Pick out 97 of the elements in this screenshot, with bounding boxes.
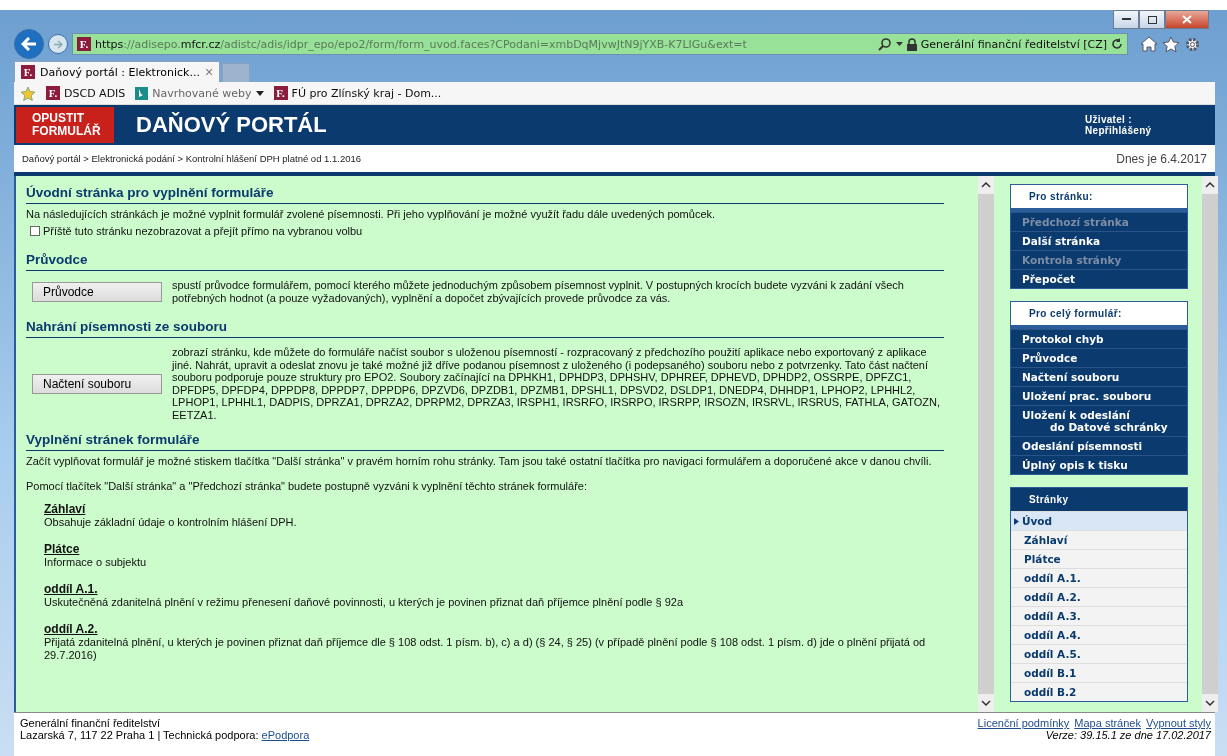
favorite-link[interactable]: Navrhované weby xyxy=(135,86,264,100)
panel-title: Pro stránku: xyxy=(1011,185,1187,212)
bing-icon xyxy=(135,86,149,100)
home-icon[interactable] xyxy=(1140,36,1158,52)
menu-item[interactable]: Úplný opis k tisku xyxy=(1011,455,1187,474)
page-link[interactable]: Záhlaví xyxy=(1011,530,1187,549)
description-text: zobrazí stránku, kde můžete do formuláře načíst soubor s uloženou písemností - rozpracovaný z předchozího použití aplikace nebo exportovaný z aplikace jiné. Nahrát, upravit a odeslat znovu je také možné již dříve podanou písemnost z uloženého (i podepsaného) souboru nebo z potvrzenky. Tato část načtení souboru podporuje pouze struktury pro EPO2. Soubory začínající na DPHKH1, DPHDP3, DPHSHV, DPHREF, DPHEVD, DPHDP2, OSSRPE, DPFZC1, DPFDP5, DPFDP4, DPPDP8, DPPDP7, DPPDP6, DPZVD6, DPZDB1, DPZMB1, DPSHL1, DPSVD2, DSLDP1, DNEDP4, DHHDP1, LPHOP2, LPHHL2, LPHOP1, LPHHL1, DADPIS, DPRZA1, DPRZA2, DPRPM2, DPRZA3, IRSPH1, IRSRFO, IRSRPO, IRSRPP, IRSOZN, IRSRVL, IRSRUS, FATHLA, GATOZN, EETZA1. xyxy=(172,346,941,421)
section-heading: Nahrání písemnosti ze souboru xyxy=(26,316,944,338)
minimize-button[interactable] xyxy=(1113,10,1139,29)
caret-up-icon xyxy=(981,182,991,188)
user-label: Uživatel : xyxy=(1085,114,1133,125)
site-logo: F. xyxy=(21,65,35,79)
action-button[interactable]: Průvodce xyxy=(32,281,162,302)
menu-item[interactable]: Přepočet xyxy=(1011,269,1187,288)
refresh-icon[interactable] xyxy=(1111,38,1123,50)
site-logo: F. xyxy=(46,86,60,100)
footer-link[interactable]: Mapa stránek xyxy=(1074,717,1141,729)
menu-item[interactable]: Uložení prac. souboru xyxy=(1011,386,1187,405)
site-identity: Generální finanční ředitelství [CZ] xyxy=(920,37,1107,51)
lock-icon xyxy=(906,37,917,51)
scroll-down-button[interactable] xyxy=(1202,694,1218,712)
dropdown-icon[interactable] xyxy=(895,42,903,46)
minimize-icon xyxy=(1121,18,1131,21)
favorites-star-icon[interactable] xyxy=(20,85,36,101)
page-link[interactable]: oddíl B.2 xyxy=(1011,682,1187,701)
caret-down-icon xyxy=(981,700,991,706)
page-description: Informace o subjektu xyxy=(44,556,148,569)
scroll-down-button[interactable] xyxy=(978,694,994,712)
checkbox-label: Příště tuto stránku nezobrazovat a přejít přímo na vybranou volbu xyxy=(43,225,363,237)
back-arrow-icon xyxy=(21,37,37,51)
dropdown-icon xyxy=(255,90,264,96)
footer-link[interactable]: Licenční podmínky xyxy=(977,717,1070,729)
browser-tab[interactable]: F. Daňový portál : Elektronick... × xyxy=(14,61,221,82)
page-link[interactable]: oddíl A.2. xyxy=(1011,587,1187,606)
forward-button[interactable] xyxy=(48,34,68,54)
exit-form-button[interactable]: OPUSTIT FORMULÁŘ xyxy=(16,107,114,143)
portal-title: DAŇOVÝ PORTÁL xyxy=(135,111,328,139)
description-text: spustí průvodce formulářem, pomocí kterého můžete jednoduchým způsobem písemnost vyplnit. V postupných krocích budete vyzváni k zadání všech potřebných hodnot (a pouze vyžadovaných), vyplnění a dopočet zbývajících provede průvodce za vás. xyxy=(172,279,905,304)
star-icon[interactable] xyxy=(1162,35,1180,53)
section-heading: Úvodní stránka pro vyplnění formuláře xyxy=(26,182,944,204)
caret-up-icon xyxy=(1205,182,1215,188)
favorite-link[interactable]: F. FÚ pro Zlínský kraj - Dom... xyxy=(273,86,442,100)
page-title: Plátce xyxy=(44,543,81,556)
action-button[interactable]: Načtení souboru xyxy=(32,373,162,394)
menu-item[interactable]: Načtení souboru xyxy=(1011,367,1187,386)
intro-text: Na následujících stránkách je možné vyplnit formulář zvolené písemnosti. Při jeho vyplňování je možné využít řadu dále uvedených pomůcek. xyxy=(26,208,717,221)
menu-item[interactable]: Průvodce xyxy=(1011,348,1187,367)
footer-link[interactable]: Vypnout styly xyxy=(1146,717,1211,729)
page-description: Přijatá zdanitelná plnění, u kterých je povinen přiznat daň příjemce dle § 108 odst. 1 písm. b), c) a d) (§ 24, § 25) (v případě plnění podle § 108 odst. 1 písm. d) jde o plnění přijatá od 29.7.2016) xyxy=(44,636,927,662)
page-description: Uskutečněná zdanitelná plnění v režimu přenesení daňové povinnosti, u kterých je povinen přiznat daň příjemce plnění podle § 92a xyxy=(44,596,684,609)
current-arrow-icon xyxy=(1014,517,1019,525)
close-icon xyxy=(1182,15,1192,24)
page-description: Obsahuje základní údaje o kontrolním hlášení DPH. xyxy=(44,516,298,529)
favorite-link[interactable]: F. DSCD ADIS xyxy=(46,86,126,100)
page-link[interactable]: oddíl B.1 xyxy=(1011,663,1187,682)
address-bar[interactable]: F. https://adisepo.mfcr.cz/adistc/adis/idpr_epo/epo2/form/form_uvod.faces?CPodani=xmbDqMjvwJtN9jYXB-K7LIGu&ext=t Generální finanční ředitelství [CZ] xyxy=(72,33,1128,55)
search-icon[interactable] xyxy=(877,37,892,51)
back-button[interactable] xyxy=(14,29,44,59)
settings-icon[interactable] xyxy=(1184,35,1201,53)
page-link[interactable]: oddíl A.1. xyxy=(1011,568,1187,587)
user-status: Nepřihlášený xyxy=(1085,125,1153,136)
address-text: Lazarská 7, 117 22 Praha 1 | Technická podpora: xyxy=(20,729,259,741)
version-text: Verze: 39.15.1 ze dne 17.02.2017 xyxy=(1045,729,1211,741)
tab-close-button[interactable]: × xyxy=(204,65,214,79)
scrollbar[interactable] xyxy=(978,176,994,712)
forward-arrow-icon xyxy=(53,39,63,49)
maximize-button[interactable] xyxy=(1139,10,1165,29)
close-button[interactable] xyxy=(1165,10,1209,29)
menu-item[interactable]: Další stránka xyxy=(1011,231,1187,250)
panel-title: Pro celý formulář: xyxy=(1011,302,1187,329)
menu-item[interactable]: Uložení k odeslání do Datové schránky xyxy=(1011,405,1187,436)
support-link[interactable]: ePodpora xyxy=(261,729,310,741)
menu-item[interactable]: Odeslání písemnosti xyxy=(1011,436,1187,455)
date-text: Dnes je 6.4.2017 xyxy=(1116,151,1207,166)
page-title: Záhlaví xyxy=(44,503,87,516)
paragraph: Začít vyplňovat formulář je možné stiskem tlačítka "Další stránka" v pravém horním rohu stránky. Tam jsou také ostatní tlačítka pro navigaci formulářem a doporučené akce v danou chvíli. xyxy=(26,455,933,468)
caret-down-icon xyxy=(1205,700,1215,706)
site-logo: F. xyxy=(77,37,91,51)
scroll-up-button[interactable] xyxy=(978,176,994,194)
breadcrumb: Daňový portál > Elektronická podání > Kontrolní hlášení DPH platné od 1.1.2016 xyxy=(22,153,362,164)
page-link[interactable]: oddíl A.4. xyxy=(1011,625,1187,644)
page-link[interactable]: oddíl A.3. xyxy=(1011,606,1187,625)
checkbox[interactable] xyxy=(30,226,40,236)
paragraph: Pomocí tlačítek "Další stránka" a "Předchozí stránka" budete postupně vyzváni k vyplnění těchto stránek formuláře: xyxy=(26,480,588,493)
scroll-up-button[interactable] xyxy=(1202,176,1218,194)
menu-item[interactable]: Protokol chyb xyxy=(1011,329,1187,348)
scrollbar[interactable] xyxy=(1202,176,1218,712)
maximize-icon xyxy=(1147,15,1157,24)
page-link[interactable]: Úvod xyxy=(1011,511,1187,530)
page-link[interactable]: Plátce xyxy=(1011,549,1187,568)
page-title: oddíl A.2. xyxy=(44,623,99,636)
site-logo: F. xyxy=(273,86,288,100)
organization-name: Generální finanční ředitelství xyxy=(20,717,162,729)
section-heading: Průvodce xyxy=(26,249,944,271)
page-link[interactable]: oddíl A.5. xyxy=(1011,644,1187,663)
section-heading: Vyplnění stránek formuláře xyxy=(26,429,944,451)
page-title: oddíl A.1. xyxy=(44,583,99,596)
